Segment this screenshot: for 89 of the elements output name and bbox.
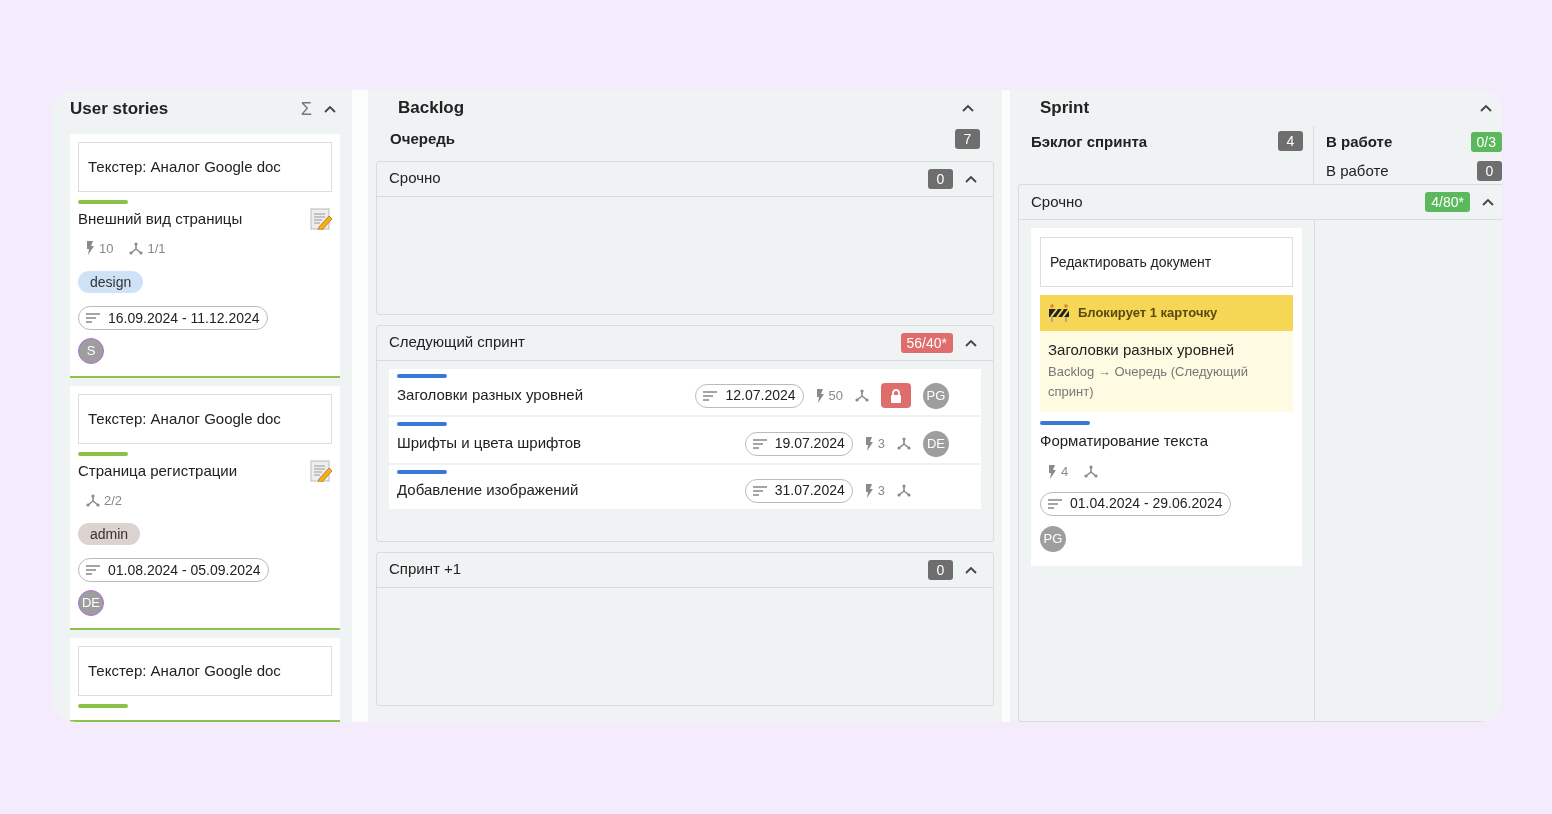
sort-icon bbox=[86, 565, 100, 575]
status-label: В работе bbox=[1326, 132, 1393, 152]
collapse-chevron-icon[interactable] bbox=[1482, 198, 1494, 206]
story-card[interactable]: Текстер: Аналог Google doc bbox=[70, 638, 340, 722]
blocker-label: Блокирует 1 карточку bbox=[1078, 304, 1218, 323]
count-badge: 7 bbox=[955, 129, 980, 150]
lightning-icon bbox=[1048, 464, 1057, 479]
branch-icon bbox=[86, 493, 100, 507]
lane-title: Следующий спринт bbox=[389, 332, 525, 353]
story-card[interactable]: Текстер: Аналог Google doc Страница регистрации 2/2 admin 01.08.2024 - 05.09.2024 DE bbox=[70, 386, 340, 630]
date-range-chip: 16.09.2024 - 11.12.2024 bbox=[78, 306, 268, 330]
blocked-card[interactable]: Заголовки разных уровней Backlog → Очередь (Следующий спринт) bbox=[1040, 331, 1293, 412]
date-range-chip: 31.07.2024 bbox=[744, 478, 853, 503]
barrier-icon bbox=[1048, 304, 1070, 322]
task-row[interactable]: Заголовки разных уровней 12.07.2024 50 PG bbox=[389, 368, 981, 415]
date-range-chip: 19.07.2024 bbox=[744, 431, 853, 456]
count-badge: 0 bbox=[928, 168, 953, 189]
count-badge: 4 bbox=[1278, 131, 1303, 151]
subtask-count: 1/1 bbox=[147, 239, 166, 258]
points-count: 3 bbox=[877, 481, 885, 500]
count-badge: 0 bbox=[928, 559, 953, 580]
tag-chip: admin bbox=[78, 523, 141, 545]
parent-card-title[interactable]: Редактировать документ bbox=[1040, 237, 1293, 287]
lane-title: Спринт +1 bbox=[389, 559, 462, 580]
collapse-chevron-icon[interactable] bbox=[965, 174, 977, 183]
notepad-pencil-icon bbox=[310, 460, 332, 483]
date-range-chip: 01.04.2024 - 29.06.2024 bbox=[1040, 491, 1231, 516]
sprint-backlog-label: Бэклог спринта bbox=[1031, 132, 1148, 152]
user-avatar: S bbox=[78, 338, 104, 364]
branch-icon bbox=[1084, 465, 1099, 479]
sort-icon bbox=[752, 485, 767, 496]
task-card[interactable]: Редактировать документ Блокирует 1 карточку Заголовки разных уровней Backlog → Очередь (Следующий спринт) Форматирование текста 4 01.04.2024 - 29.06.2024 PG bbox=[1031, 228, 1302, 566]
points-count: 3 bbox=[877, 434, 885, 453]
blocked-card-path: Backlog → Очередь (Следующий спринт) bbox=[1048, 362, 1250, 401]
count-badge: 56/40* bbox=[900, 332, 953, 353]
task-title: Шрифты и цвета шрифтов bbox=[397, 433, 582, 454]
column-title: User stories bbox=[70, 98, 169, 121]
column-title: Sprint bbox=[1040, 97, 1090, 120]
task-row[interactable]: Добавление изображений 31.07.2024 3 bbox=[389, 464, 981, 509]
points-count: 50 bbox=[828, 386, 843, 405]
date-range-chip: 12.07.2024 bbox=[695, 383, 804, 408]
branch-icon bbox=[897, 437, 911, 450]
task-title: Форматирование текста bbox=[1040, 430, 1209, 451]
tag-chip: design bbox=[78, 271, 144, 293]
parent-card-title[interactable]: Текстер: Аналог Google doc bbox=[78, 394, 332, 444]
lane-title: Срочно bbox=[389, 168, 441, 189]
parent-card-title[interactable]: Текстер: Аналог Google doc bbox=[78, 646, 332, 696]
date-range-chip: 01.08.2024 - 05.09.2024 bbox=[78, 558, 269, 582]
sum-button[interactable]: Σ bbox=[300, 95, 312, 123]
lightning-icon bbox=[864, 483, 874, 498]
lane-title: Срочно bbox=[1031, 191, 1083, 212]
parent-card-title[interactable]: Текстер: Аналог Google doc bbox=[78, 142, 332, 192]
sort-icon bbox=[86, 313, 100, 323]
sort-icon bbox=[1048, 498, 1062, 509]
lightning-icon bbox=[815, 388, 825, 403]
task-title: Добавление изображений bbox=[397, 480, 579, 501]
count-badge: 0 bbox=[1477, 160, 1502, 181]
notepad-pencil-icon bbox=[310, 208, 332, 231]
blocked-card-title: Заголовки разных уровней bbox=[1048, 340, 1235, 360]
sort-icon bbox=[752, 438, 767, 449]
collapse-chevron-icon[interactable] bbox=[1480, 104, 1492, 112]
collapse-chevron-icon[interactable] bbox=[324, 105, 336, 113]
user-avatar: PG bbox=[1040, 525, 1066, 552]
story-card[interactable]: Текстер: Аналог Google doc Внешний вид страницы 10 1/1 design 16.09.2024 - 11.12.2024 S bbox=[70, 134, 340, 378]
collapse-chevron-icon[interactable] bbox=[962, 104, 974, 112]
column-title: Backlog bbox=[398, 97, 465, 120]
count-badge: 4/80* bbox=[1425, 192, 1470, 212]
branch-icon bbox=[855, 389, 869, 402]
story-title: Страница регистрации bbox=[78, 461, 238, 481]
task-title: Заголовки разных уровней bbox=[397, 385, 583, 406]
branch-icon bbox=[129, 241, 144, 255]
collapse-chevron-icon[interactable] bbox=[965, 338, 977, 347]
lightning-icon bbox=[864, 436, 874, 451]
task-row[interactable]: Шрифты и цвета шрифтов 19.07.2024 3 DE bbox=[389, 416, 981, 463]
count-badge: 0/3 bbox=[1470, 132, 1502, 153]
collapse-chevron-icon[interactable] bbox=[965, 565, 977, 574]
points-count: 10 bbox=[99, 239, 114, 258]
lightning-icon bbox=[86, 241, 95, 256]
status-label: В работе bbox=[1326, 160, 1389, 181]
user-avatar: DE bbox=[78, 590, 104, 616]
subtask-count: 2/2 bbox=[104, 491, 123, 510]
user-avatar: DE bbox=[923, 430, 949, 457]
lock-icon bbox=[890, 388, 902, 403]
sort-icon bbox=[703, 390, 718, 401]
story-title: Внешний вид страницы bbox=[78, 209, 243, 229]
queue-label: Очередь bbox=[390, 129, 455, 149]
points-count: 4 bbox=[1061, 463, 1069, 481]
branch-icon bbox=[897, 484, 911, 497]
user-avatar: PG bbox=[923, 382, 949, 409]
